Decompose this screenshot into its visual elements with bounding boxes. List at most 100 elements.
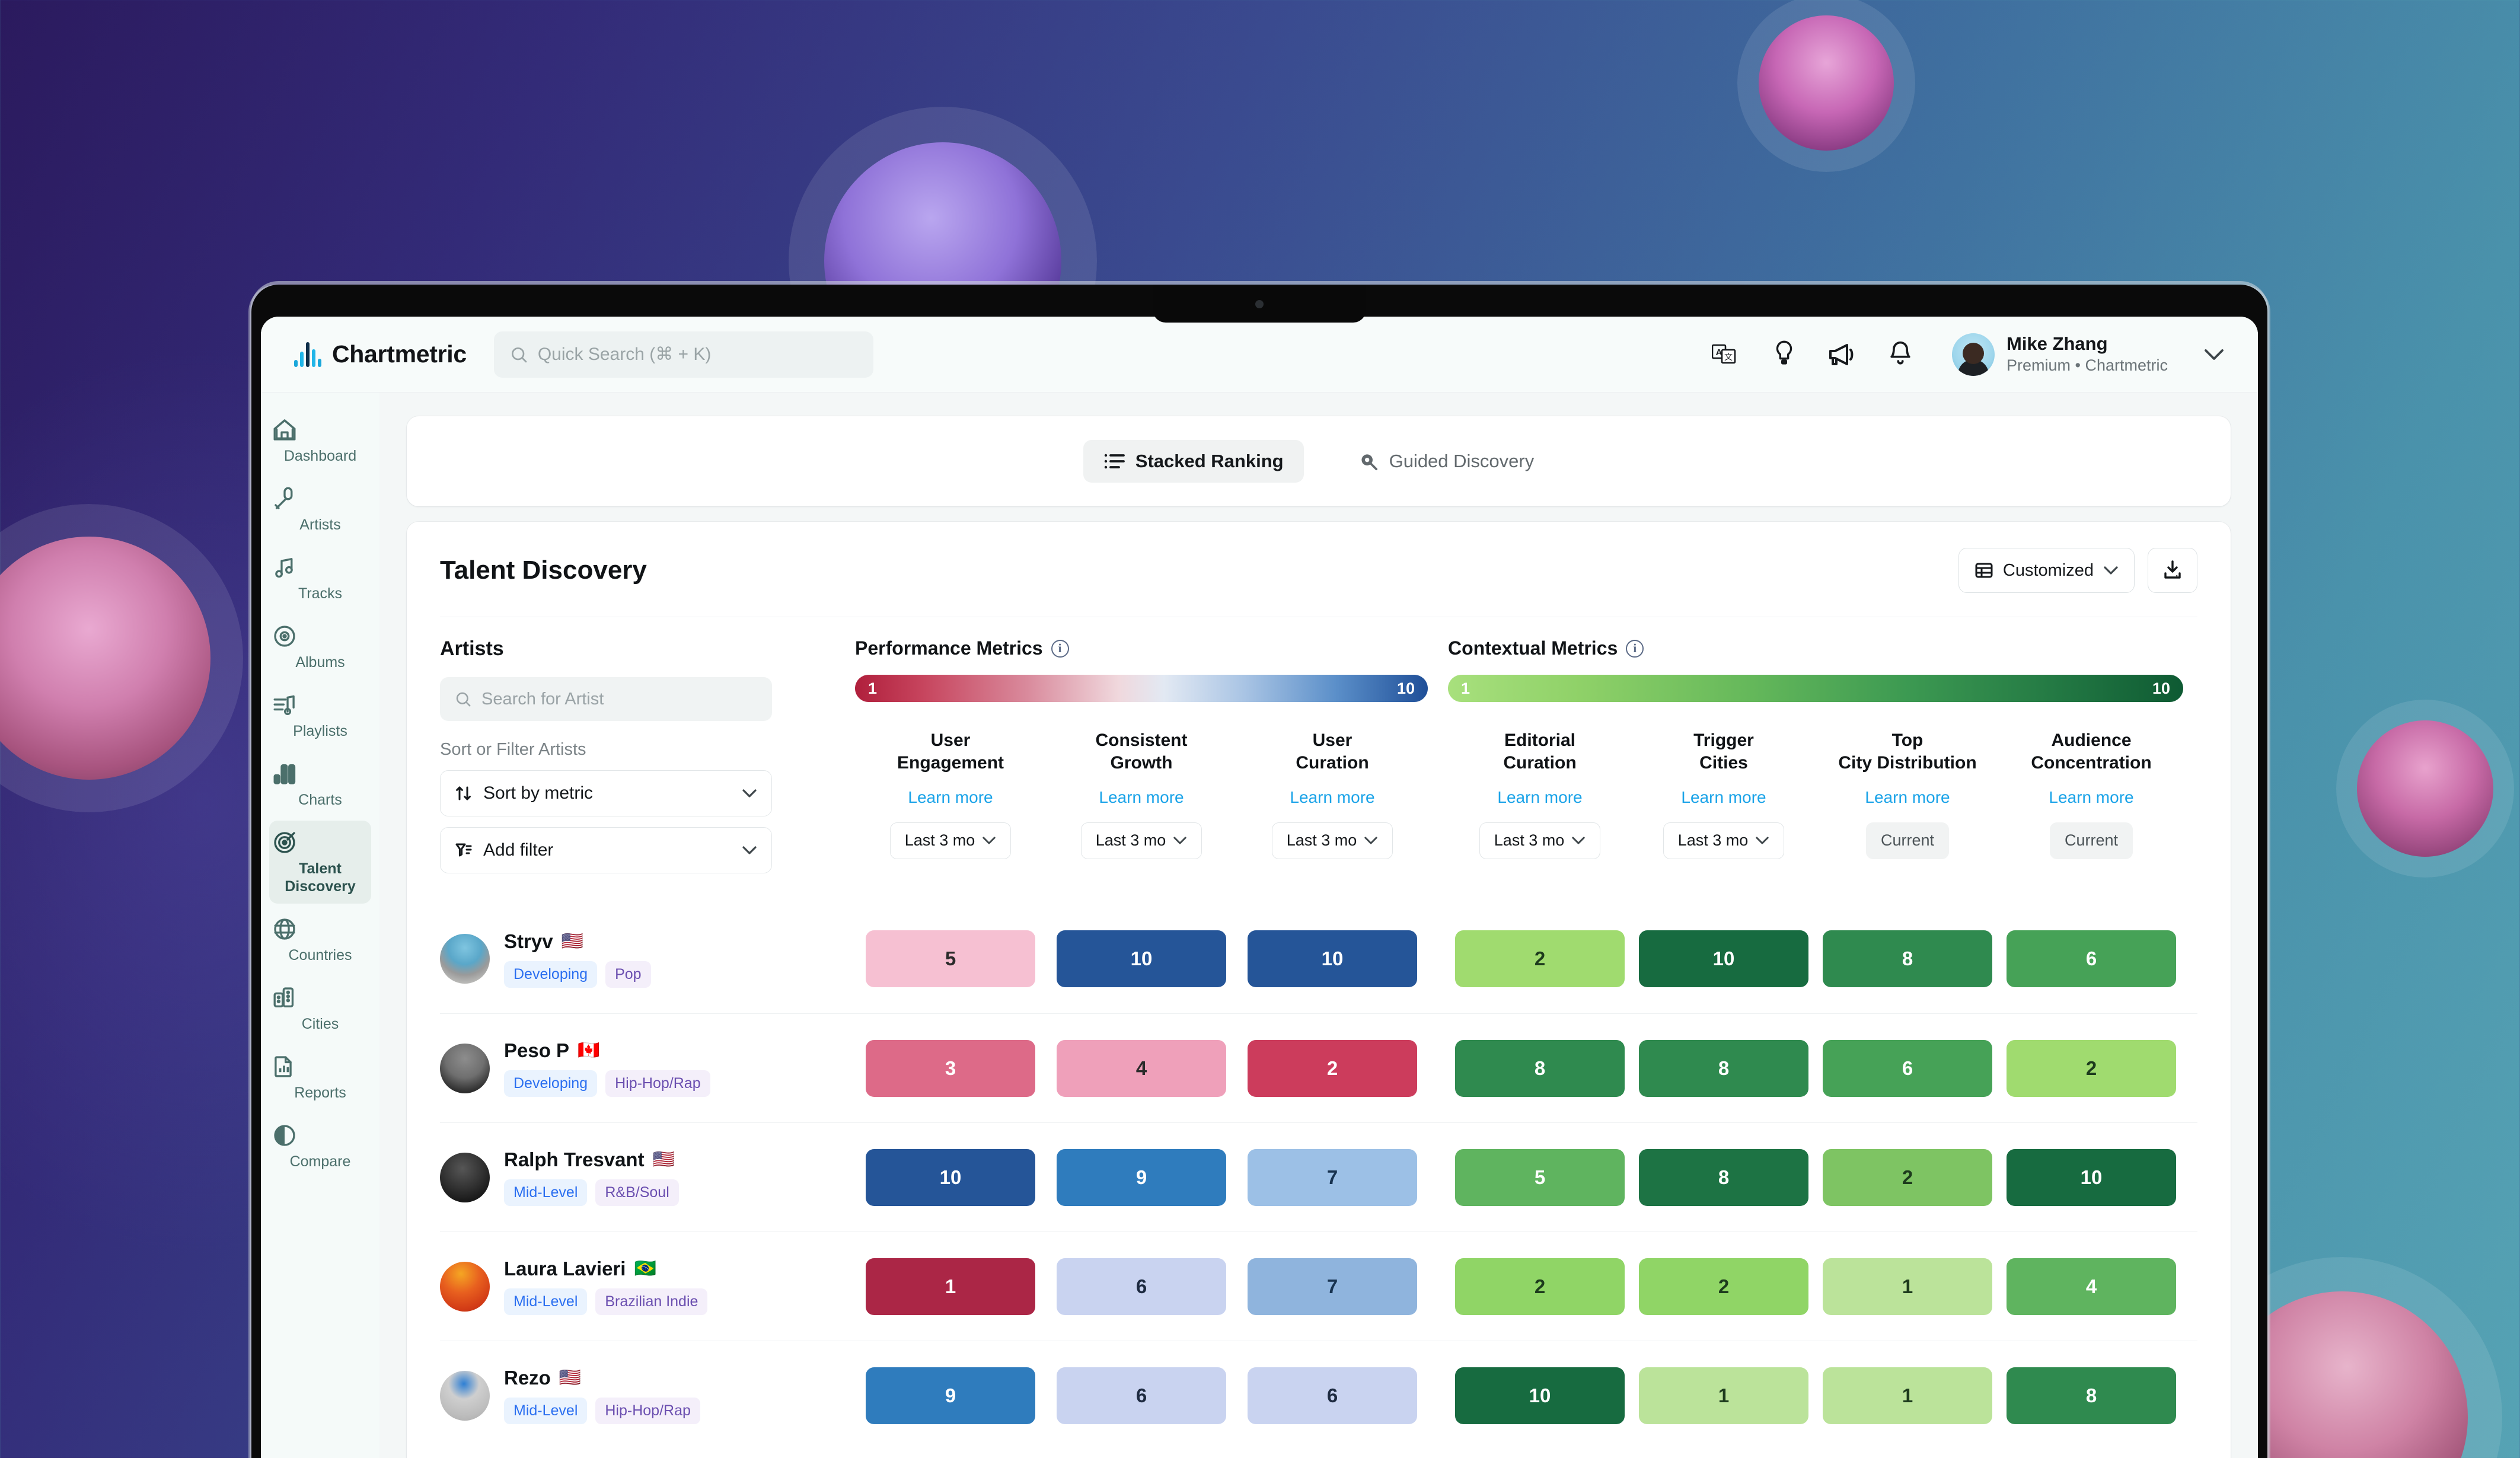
view-tabs: Stacked Ranking Guided Discovery — [407, 416, 2231, 506]
score-cell[interactable]: 2 — [1448, 930, 1632, 987]
score-cell[interactable]: 4 — [1999, 1258, 2183, 1315]
score-cell[interactable]: 10 — [1999, 1148, 2183, 1206]
info-icon[interactable]: i — [1626, 639, 1644, 658]
artist-cell[interactable]: Ralph Tresvant 🇺🇸 Mid-Level R&B/Soul — [440, 1148, 855, 1206]
score-cell[interactable]: 6 — [1237, 1367, 1428, 1424]
score-cell[interactable]: 1 — [1632, 1367, 1816, 1424]
period-selector[interactable]: Current — [1865, 822, 1950, 859]
artist-cell[interactable]: Rezo 🇺🇸 Mid-Level Hip-Hop/Rap — [440, 1367, 855, 1424]
learn-more-link[interactable]: Learn more — [1448, 788, 1632, 807]
score-value: 6 — [1248, 1367, 1417, 1424]
sidebar-item-compare[interactable]: Compare — [269, 1114, 371, 1179]
chevron-down-icon[interactable] — [2203, 348, 2225, 361]
score-cell[interactable]: 10 — [855, 1148, 1046, 1206]
score-cell[interactable]: 4 — [1046, 1039, 1237, 1097]
artist-cell[interactable]: Laura Lavieri 🇧🇷 Mid-Level Brazilian Indie — [440, 1258, 855, 1315]
add-filter-select[interactable]: Add filter — [440, 827, 772, 873]
score-cell[interactable]: 5 — [1448, 1148, 1632, 1206]
lightbulb-icon[interactable] — [1768, 339, 1800, 371]
score-cell[interactable]: 7 — [1237, 1148, 1428, 1206]
period-selector[interactable]: Last 3 mo — [1080, 822, 1202, 859]
score-cell[interactable]: 8 — [1816, 930, 1999, 987]
metric-name: Editorial Curation — [1503, 730, 1577, 773]
period-selector[interactable]: Last 3 mo — [889, 822, 1012, 859]
score-cell[interactable]: 9 — [855, 1367, 1046, 1424]
table-row[interactable]: Ralph Tresvant 🇺🇸 Mid-Level R&B/Soul 10 9 7 5 8 2… — [440, 1122, 2197, 1232]
score-cell[interactable]: 1 — [1816, 1367, 1999, 1424]
megaphone-icon[interactable] — [1826, 339, 1858, 371]
sidebar-item-countries[interactable]: Countries — [269, 907, 371, 972]
artist-cell[interactable]: Peso P 🇨🇦 Developing Hip-Hop/Rap — [440, 1039, 855, 1097]
sidebar-item-charts[interactable]: Charts — [269, 752, 371, 817]
score-cell[interactable]: 1 — [1816, 1258, 1999, 1315]
artist-cell[interactable]: Stryv 🇺🇸 Developing Pop — [440, 930, 855, 988]
sidebar-item-artists[interactable]: Artists — [269, 477, 371, 542]
score-cell[interactable]: 6 — [1046, 1258, 1237, 1315]
brand-logo[interactable]: Chartmetric — [294, 340, 467, 368]
download-button[interactable] — [2148, 548, 2197, 593]
sidebar-item-reports[interactable]: Reports — [269, 1045, 371, 1110]
score-cell[interactable]: 6 — [1999, 930, 2183, 987]
period-selector[interactable]: Last 3 mo — [1663, 822, 1785, 859]
score-cell[interactable]: 2 — [1816, 1148, 1999, 1206]
sidebar-item-dashboard[interactable]: Dashboard — [269, 408, 371, 473]
home-icon — [272, 417, 369, 442]
sort-by-metric-select[interactable]: Sort by metric — [440, 770, 772, 816]
customized-view-dropdown[interactable]: Customized — [1958, 548, 2135, 593]
table-row[interactable]: Stryv 🇺🇸 Developing Pop 5 10 10 2 10 8 6 — [440, 904, 2197, 1013]
status-badge: Developing — [504, 1070, 598, 1097]
score-cell[interactable]: 6 — [1046, 1367, 1237, 1424]
table-row[interactable]: Peso P 🇨🇦 Developing Hip-Hop/Rap 3 4 2 8 8 6 2 — [440, 1013, 2197, 1122]
score-cell[interactable]: 8 — [1999, 1367, 2183, 1424]
learn-more-link[interactable]: Learn more — [1046, 788, 1237, 807]
tab-stacked-ranking[interactable]: Stacked Ranking — [1083, 440, 1304, 483]
score-cell[interactable]: 1 — [855, 1258, 1046, 1315]
contextual-metrics-label: Contextual Metrics — [1448, 637, 1618, 659]
score-value: 3 — [866, 1039, 1035, 1097]
bell-icon[interactable] — [1884, 339, 1916, 371]
period-selector[interactable]: Last 3 mo — [1271, 822, 1393, 859]
artist-search-input[interactable]: Search for Artist — [440, 677, 772, 721]
score-cell[interactable]: 10 — [1632, 930, 1816, 987]
score-cell[interactable]: 7 — [1237, 1258, 1428, 1315]
translate-icon[interactable]: A文 — [1710, 339, 1742, 371]
score-cell[interactable]: 2 — [1999, 1039, 2183, 1097]
score-cell[interactable]: 10 — [1237, 930, 1428, 987]
learn-more-link[interactable]: Learn more — [855, 788, 1046, 807]
score-cell[interactable]: 9 — [1046, 1148, 1237, 1206]
score-cell[interactable]: 10 — [1448, 1367, 1632, 1424]
sidebar-item-playlists[interactable]: Playlists — [269, 683, 371, 748]
learn-more-link[interactable]: Learn more — [1237, 788, 1428, 807]
score-cell[interactable]: 2 — [1632, 1258, 1816, 1315]
score-cell[interactable]: 10 — [1046, 930, 1237, 987]
user-menu[interactable]: Mike Zhang Premium • Chartmetric — [1952, 333, 2225, 377]
sidebar-item-talent-discovery[interactable]: Talent Discovery — [269, 821, 371, 904]
sidebar-item-albums[interactable]: Albums — [269, 614, 371, 679]
contextual-scale-legend: 1 10 — [1448, 675, 2183, 702]
score-cell[interactable]: 2 — [1237, 1039, 1428, 1097]
music-note-icon — [272, 555, 369, 580]
score-cell[interactable]: 3 — [855, 1039, 1046, 1097]
learn-more-link[interactable]: Learn more — [1999, 788, 2183, 807]
sidebar-item-cities[interactable]: Cities — [269, 976, 371, 1041]
contextual-scores: 8862 — [1448, 1039, 2183, 1097]
score-cell[interactable]: 8 — [1448, 1039, 1632, 1097]
score-cell[interactable]: 8 — [1632, 1148, 1816, 1206]
artist-search-placeholder: Search for Artist — [481, 689, 604, 709]
score-cell[interactable]: 2 — [1448, 1258, 1632, 1315]
learn-more-link[interactable]: Learn more — [1816, 788, 1999, 807]
sidebar-item-tracks[interactable]: Tracks — [269, 545, 371, 611]
table-row[interactable]: Rezo 🇺🇸 Mid-Level Hip-Hop/Rap 9 6 6 10 1 1 8 — [440, 1341, 2197, 1450]
tab-guided-discovery[interactable]: Guided Discovery — [1338, 440, 1555, 483]
avatar — [1952, 333, 1995, 376]
score-cell[interactable]: 8 — [1632, 1039, 1816, 1097]
period-selector[interactable]: Current — [2049, 822, 2133, 859]
learn-more-link[interactable]: Learn more — [1632, 788, 1816, 807]
table-row[interactable]: Laura Lavieri 🇧🇷 Mid-Level Brazilian Indie 1… — [440, 1232, 2197, 1341]
score-cell[interactable]: 5 — [855, 930, 1046, 987]
contrast-circle-icon — [272, 1123, 369, 1148]
score-cell[interactable]: 6 — [1816, 1039, 1999, 1097]
quick-search-input[interactable]: Quick Search (⌘ + K) — [493, 331, 873, 378]
period-selector[interactable]: Last 3 mo — [1479, 822, 1601, 859]
info-icon[interactable]: i — [1051, 639, 1069, 658]
